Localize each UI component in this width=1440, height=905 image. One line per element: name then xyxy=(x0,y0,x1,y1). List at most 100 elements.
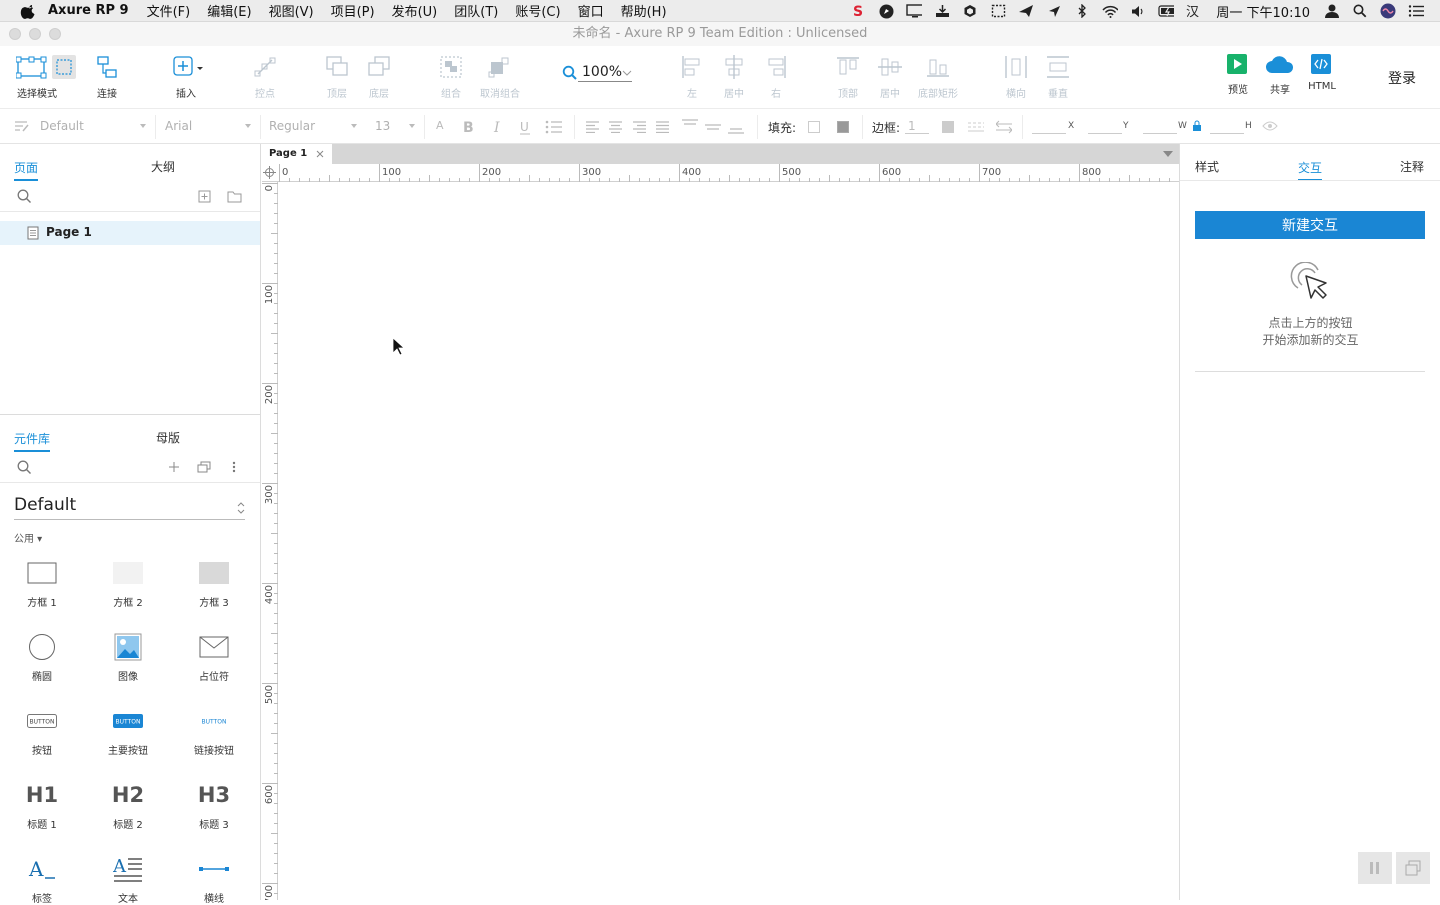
style-paint-icon[interactable] xyxy=(14,119,30,133)
input-method-icon[interactable]: 汉 xyxy=(1186,4,1202,18)
border-style-icon[interactable] xyxy=(968,121,984,133)
align-text-center-icon[interactable] xyxy=(608,121,623,133)
widget-box-2[interactable]: 方框 2 xyxy=(93,556,163,609)
fill-color-swatch[interactable] xyxy=(808,121,820,133)
select-mode-button[interactable]: 选择模式 xyxy=(16,54,76,100)
widget-link-button[interactable]: BUTTON 链接按钮 xyxy=(179,704,249,758)
font-size-select[interactable]: 13 xyxy=(375,119,415,133)
font-family-select[interactable]: Arial xyxy=(165,119,251,133)
new-interaction-button[interactable]: 新建交互 xyxy=(1195,211,1425,239)
style-select[interactable]: Default xyxy=(40,119,146,133)
widget-placeholder[interactable]: 占位符 xyxy=(179,630,249,683)
menu-account[interactable]: 账号(C) xyxy=(515,1,560,20)
menu-view[interactable]: 视图(V) xyxy=(269,1,314,20)
widget-heading-2[interactable]: H2 标题 2 xyxy=(93,778,163,831)
eye-icon[interactable] xyxy=(1262,121,1278,131)
widget-heading-1[interactable]: H1 标题 1 xyxy=(7,778,77,831)
tab-interactions[interactable]: 交互 xyxy=(1298,159,1323,181)
widget-ellipse[interactable]: 椭圆 xyxy=(7,630,77,683)
border-color-swatch[interactable] xyxy=(942,121,954,133)
add-library-icon[interactable] xyxy=(168,461,180,473)
category-toggle[interactable]: 公用 ▾ xyxy=(14,530,42,545)
menu-edit[interactable]: 编辑(E) xyxy=(207,1,251,20)
widget-heading-3[interactable]: H3 标题 3 xyxy=(179,778,249,831)
s-app-icon[interactable]: S xyxy=(850,4,866,18)
insert-button[interactable]: 插入 xyxy=(156,54,216,100)
tab-notes[interactable]: 注释 xyxy=(1400,158,1424,175)
close-window-button[interactable] xyxy=(9,28,21,40)
distribute-vertical-button[interactable]: 垂直 xyxy=(1028,54,1088,100)
download-icon[interactable] xyxy=(934,4,950,18)
tabs-menu-chevron-icon[interactable] xyxy=(1163,151,1173,158)
tab-pages[interactable]: 页面 xyxy=(14,159,39,181)
widget-image[interactable]: 图像 xyxy=(93,630,163,683)
valign-top-icon[interactable] xyxy=(682,118,698,134)
bluetooth-icon[interactable] xyxy=(1074,4,1090,18)
volume-icon[interactable] xyxy=(1130,4,1146,18)
apple-icon[interactable] xyxy=(20,3,38,19)
italic-icon[interactable]: I xyxy=(492,119,506,135)
point-button[interactable]: 控点 xyxy=(235,54,295,100)
compass-icon[interactable] xyxy=(878,4,894,18)
valign-middle-icon[interactable] xyxy=(705,118,721,134)
fill-gradient-swatch[interactable] xyxy=(837,121,849,133)
connect-button[interactable]: 连接 xyxy=(77,54,137,100)
user-icon[interactable] xyxy=(1324,4,1340,18)
add-page-icon[interactable] xyxy=(198,190,211,203)
text-color-icon[interactable]: A xyxy=(434,118,448,134)
align-right-button[interactable]: 右 xyxy=(746,54,806,100)
hexagon-icon[interactable] xyxy=(962,4,978,18)
search-icon[interactable] xyxy=(17,189,32,204)
font-weight-select[interactable]: Regular xyxy=(269,119,357,133)
align-text-justify-icon[interactable] xyxy=(655,121,670,133)
tab-library[interactable]: 元件库 xyxy=(14,430,51,452)
arrow-style-icon[interactable] xyxy=(996,120,1012,134)
more-options-icon[interactable] xyxy=(231,460,237,474)
library-view-icon[interactable] xyxy=(197,461,212,473)
widget-primary-button[interactable]: BUTTON 主要按钮 xyxy=(93,704,163,757)
login-button[interactable]: 登录 xyxy=(1388,68,1416,88)
widget-box-1[interactable]: 方框 1 xyxy=(7,556,77,609)
menu-publish[interactable]: 发布(U) xyxy=(392,1,438,20)
lock-icon[interactable] xyxy=(1192,120,1202,132)
align-bottom-button[interactable]: 底部矩形 xyxy=(908,54,968,100)
library-search-icon[interactable] xyxy=(17,460,32,475)
html-button[interactable]: HTML xyxy=(1292,54,1352,92)
app-menu[interactable]: Axure RP 9 xyxy=(48,3,129,18)
underline-icon[interactable]: U xyxy=(519,119,533,135)
paper-plane-icon[interactable] xyxy=(1018,4,1034,18)
menu-file[interactable]: 文件(F) xyxy=(147,1,191,20)
bullet-list-icon[interactable] xyxy=(545,120,563,134)
add-folder-icon[interactable] xyxy=(227,190,242,203)
align-text-left-icon[interactable] xyxy=(585,121,600,133)
zoom-window-button[interactable] xyxy=(49,28,61,40)
tab-outline[interactable]: 大纲 xyxy=(151,158,175,175)
menu-help[interactable]: 帮助(H) xyxy=(621,1,667,20)
close-tab-icon[interactable] xyxy=(316,150,324,158)
tab-style[interactable]: 样式 xyxy=(1195,158,1219,175)
battery-icon[interactable] xyxy=(1158,4,1175,18)
page-item-page-1[interactable]: Page 1 xyxy=(0,221,260,245)
bold-icon[interactable]: B xyxy=(462,119,476,135)
location-icon[interactable] xyxy=(1046,4,1062,18)
valign-bottom-icon[interactable] xyxy=(728,118,744,134)
design-canvas[interactable] xyxy=(279,183,1179,900)
menubar-clock[interactable]: 周一 下午10:10 xyxy=(1216,2,1310,21)
siri-icon[interactable] xyxy=(1380,3,1396,19)
library-select[interactable]: Default xyxy=(14,495,245,520)
widget-box-3[interactable]: 方框 3 xyxy=(179,556,249,609)
ungroup-button[interactable]: 取消组合 xyxy=(470,54,530,100)
tab-page-1[interactable]: Page 1 xyxy=(262,144,332,164)
spotlight-icon[interactable] xyxy=(1352,4,1368,18)
screenshot-icon[interactable] xyxy=(990,4,1006,18)
menu-team[interactable]: 团队(T) xyxy=(454,1,498,20)
align-text-right-icon[interactable] xyxy=(632,121,647,133)
tab-masters[interactable]: 母版 xyxy=(156,429,180,446)
widget-paragraph[interactable]: A 文本 xyxy=(93,852,163,905)
menu-window[interactable]: 窗口 xyxy=(578,1,604,20)
notification-center-icon[interactable] xyxy=(1408,4,1424,18)
ruler-origin-icon[interactable] xyxy=(263,166,276,179)
widget-button[interactable]: BUTTON 按钮 xyxy=(7,704,77,757)
wifi-icon[interactable] xyxy=(1102,4,1119,18)
menu-project[interactable]: 项目(P) xyxy=(331,1,375,20)
